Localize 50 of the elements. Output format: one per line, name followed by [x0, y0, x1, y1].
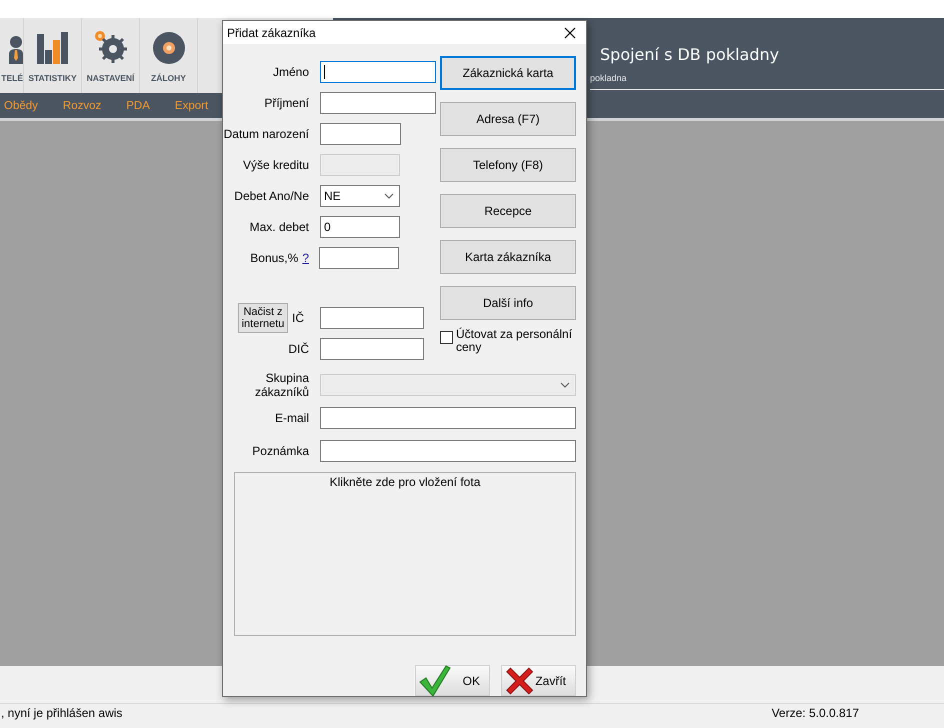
dialog-title: Přidat zákazníka [227, 26, 316, 40]
photo-hint: Klikněte zde pro vložení fota [330, 475, 480, 489]
field-label: Příjmení [264, 96, 309, 110]
input-field[interactable] [320, 92, 436, 114]
field-label: Poznámka [252, 444, 309, 458]
close-icon[interactable] [564, 26, 576, 38]
field-label: E-mail [274, 410, 309, 424]
dropdown-field[interactable]: NE [320, 184, 400, 206]
input-field[interactable] [320, 440, 576, 462]
header-subtitle: pokladna [590, 73, 627, 83]
side-button[interactable]: Další info [440, 286, 576, 320]
checkmark-icon [418, 664, 452, 698]
checkbox[interactable] [440, 331, 453, 344]
input-field[interactable] [320, 122, 401, 144]
input-field[interactable] [320, 306, 424, 328]
field-label: IČ [292, 310, 304, 324]
gears-icon [94, 30, 128, 64]
input-field[interactable] [319, 246, 399, 268]
side-button[interactable]: Adresa (F7) [440, 102, 576, 136]
field-label: Debet Ano/Ne [234, 188, 309, 202]
action-button[interactable]: Zavřít [501, 665, 576, 696]
field-label: Datum narození [224, 126, 309, 140]
action-button[interactable]: OK [415, 665, 490, 696]
toolbar-button[interactable]: TELÉ [0, 18, 24, 93]
field-label: Výše kreditu [242, 158, 309, 172]
bar-chart-icon [37, 32, 68, 64]
side-button[interactable]: Zákaznická karta [440, 56, 576, 90]
field-label: Max. debet [250, 220, 309, 234]
side-button[interactable]: Telefony (F8) [440, 148, 576, 182]
field-label: Skupina zákazníků [254, 370, 309, 398]
field-label: DIČ [288, 342, 309, 356]
status-message: , nyní je přihlášen awis [1, 706, 122, 720]
field-label: Jméno [272, 64, 309, 78]
version-label: Verze: 5.0.0.817 [772, 706, 859, 720]
photo-area[interactable]: Klikněte zde pro vložení fota [234, 472, 576, 636]
side-button[interactable]: Karta zákazníka [440, 240, 576, 274]
chevron-down-icon [384, 192, 394, 198]
disc-icon [152, 32, 184, 64]
input-field[interactable] [320, 338, 424, 360]
header-title: Spojení s DB pokladny [600, 45, 780, 64]
chevron-down-icon [560, 382, 570, 388]
input-field[interactable]: 0 [320, 216, 400, 238]
load-button[interactable]: Načist z internetu [238, 302, 288, 332]
checkbox-label: Účtovat za personální ceny [456, 328, 574, 354]
person-icon [9, 34, 23, 64]
help-link[interactable]: ? [302, 250, 309, 264]
side-button[interactable]: Recepce [440, 194, 576, 228]
field-label: Bonus,% [250, 250, 298, 264]
input-field[interactable] [320, 406, 576, 428]
input-field[interactable] [320, 60, 436, 82]
